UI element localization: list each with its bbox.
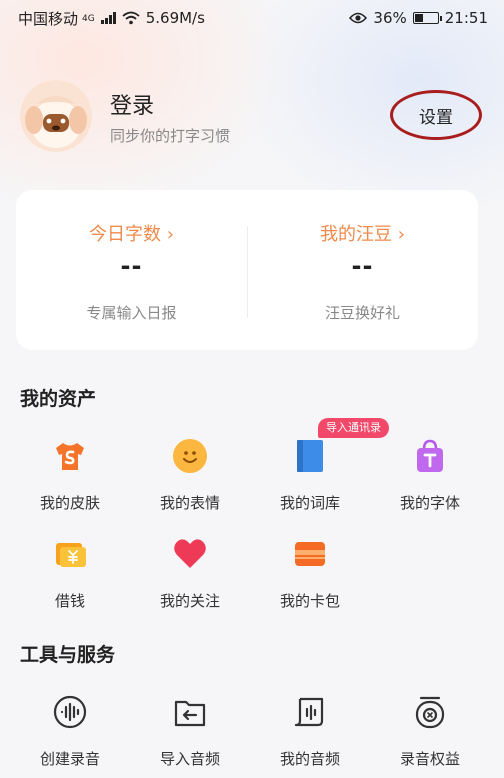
asset-label: 我的皮肤 <box>39 494 100 512</box>
clock: 21:51 <box>444 9 488 27</box>
carrier-name: 中国移动 <box>18 9 79 28</box>
my-wangdou-subtitle: 汪豆换好礼 <box>324 304 400 322</box>
asset-label: 我的字体 <box>399 494 460 512</box>
network-speed: 5.69M/s <box>145 9 205 27</box>
assets-section-title: 我的资产 <box>20 388 97 410</box>
import-contacts-badge[interactable]: 导入通讯录 <box>318 418 389 438</box>
asset-card-wallet[interactable]: 我的卡包 <box>250 536 370 626</box>
asset-stickers[interactable]: 我的表情 <box>130 438 250 528</box>
import-folder-icon <box>174 700 206 727</box>
wallet-icon <box>295 542 325 566</box>
tool-create-recording[interactable]: 创建录音 <box>10 694 130 778</box>
book-icon <box>297 440 323 472</box>
my-wangdou-value: -- <box>351 252 374 280</box>
asset-label: 借钱 <box>54 592 85 610</box>
my-wangdou-title: 我的汪豆 › <box>320 224 405 245</box>
status-left: 中国移动 4G 5.69M/s <box>18 8 205 29</box>
asset-borrow[interactable]: 借钱 <box>10 536 130 626</box>
battery-percent: 36% <box>373 9 407 27</box>
daily-word-count-title: 今日字数 › <box>89 224 174 245</box>
tool-label: 我的音频 <box>279 750 340 768</box>
avatar[interactable] <box>20 80 92 152</box>
battery-icon <box>412 12 442 24</box>
heart-icon <box>174 539 206 568</box>
recorder-icon <box>415 696 445 729</box>
profile-header: 登录 同步你的打字习惯 设置 <box>20 80 484 156</box>
shopping-bag-icon <box>417 439 443 472</box>
asset-dictionary[interactable]: 我的词库 <box>250 438 370 528</box>
asset-skins[interactable]: 我的皮肤 <box>10 438 130 528</box>
tool-import-audio[interactable]: 导入音频 <box>130 694 250 778</box>
tool-label: 导入音频 <box>159 750 220 768</box>
signal-icon <box>100 12 116 24</box>
waveform-icon <box>53 695 87 729</box>
tool-label: 创建录音 <box>39 750 100 768</box>
login-title[interactable]: 登录 <box>110 88 154 120</box>
dog-mascot-icon <box>20 80 92 152</box>
audio-file-icon <box>294 697 324 727</box>
daily-word-count[interactable]: 今日字数 › -- 专属输入日报 <box>16 190 247 350</box>
asset-fonts[interactable]: 我的字体 <box>370 438 490 528</box>
asset-following[interactable]: 我的关注 <box>130 536 250 626</box>
status-right: 36% 21:51 <box>349 9 488 27</box>
asset-label: 我的表情 <box>159 494 220 512</box>
network-type: 4G <box>82 13 95 24</box>
tools-section-title: 工具与服务 <box>20 644 116 666</box>
my-wangdou[interactable]: 我的汪豆 › -- 汪豆换好礼 <box>247 190 478 350</box>
tool-my-audio[interactable]: 我的音频 <box>250 694 370 778</box>
eye-comfort-icon <box>349 12 368 24</box>
daily-word-count-subtitle: 专属输入日报 <box>86 304 177 322</box>
smiley-icon <box>173 439 207 473</box>
daily-word-count-value: -- <box>120 252 143 280</box>
asset-label: 我的卡包 <box>279 592 340 610</box>
status-bar: 中国移动 4G 5.69M/s 36% 21:51 <box>0 0 504 36</box>
wifi-icon <box>122 11 140 25</box>
settings-button[interactable]: 设置 <box>390 90 482 140</box>
asset-label: 我的关注 <box>159 592 220 610</box>
asset-label: 我的词库 <box>279 494 340 512</box>
settings-label: 设置 <box>419 107 453 128</box>
tool-label: 录音权益 <box>399 750 460 768</box>
login-subtitle: 同步你的打字习惯 <box>110 127 231 145</box>
tshirt-icon <box>56 443 84 470</box>
yuan-card-icon <box>56 543 86 567</box>
tool-recording-benefits[interactable]: 录音权益 <box>370 694 490 778</box>
stats-card: 今日字数 › -- 专属输入日报 我的汪豆 › -- 汪豆换好礼 <box>16 190 478 350</box>
